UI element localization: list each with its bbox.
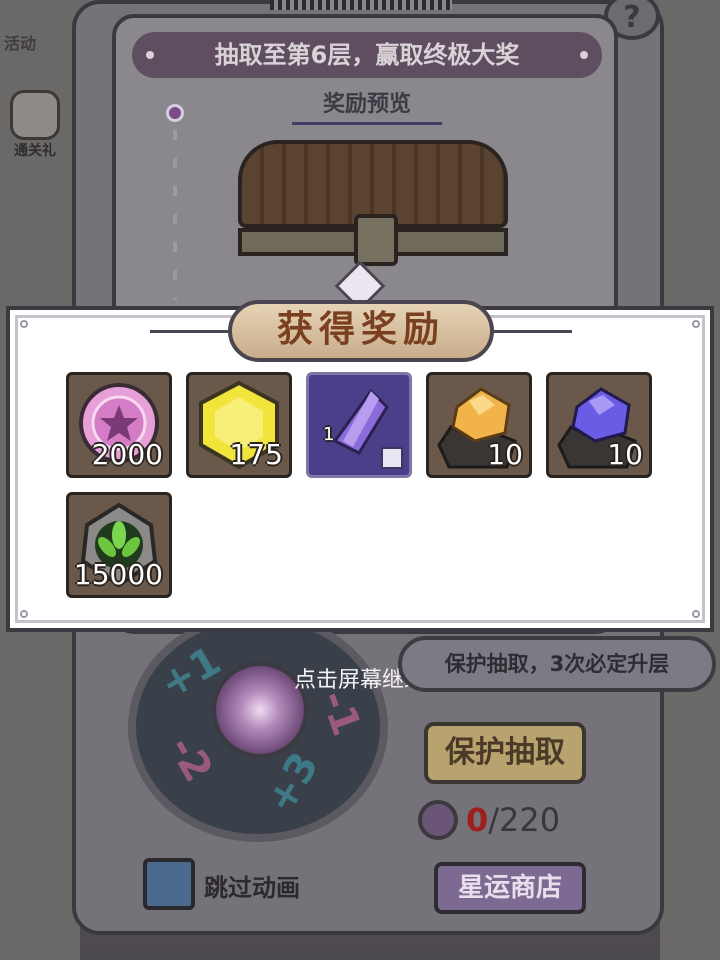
reward-preview-title: 奖励预览: [292, 86, 442, 125]
dialog-rivet: [692, 610, 700, 618]
reward-bag-icon: [10, 90, 60, 140]
protect-draw-button[interactable]: 保护抽取: [424, 722, 586, 784]
layer-progress-current-dot: [166, 104, 184, 122]
reward-item-purple-shard[interactable]: 1: [306, 372, 412, 478]
protect-counter: 0/220: [466, 800, 560, 840]
side-clear-reward-button[interactable]: 通关礼: [2, 90, 68, 170]
title-rule-right: [492, 330, 572, 333]
reward-item-blue-ore[interactable]: 10: [546, 372, 652, 478]
star-shop-button[interactable]: 星运商店: [434, 862, 586, 914]
skip-animation-checkbox[interactable]: [143, 858, 195, 910]
side-event-label[interactable]: 活动: [4, 30, 66, 60]
counter-total: /220: [488, 801, 561, 839]
panel-top-handle: [270, 0, 452, 10]
item-count: 1: [323, 424, 335, 445]
star-coin-icon: [418, 800, 458, 840]
reward-item-pink-star-coin[interactable]: 2000: [66, 372, 172, 478]
item-count: 2000: [91, 438, 163, 471]
side-clear-label: 通关礼: [14, 143, 56, 159]
layer-progress-track: [173, 130, 177, 300]
reward-dialog-title: 获得奖励: [276, 309, 445, 350]
reward-item-yellow-crystal[interactable]: 175: [186, 372, 292, 478]
title-rule-left: [150, 330, 230, 333]
item-count: 10: [487, 438, 523, 471]
shard-tag-icon: [381, 447, 403, 469]
reward-item-green-leaf-stone[interactable]: 15000: [66, 492, 172, 598]
reward-dialog-title-plate: 获得奖励: [228, 300, 494, 362]
item-count: 15000: [73, 558, 163, 591]
dialog-rivet: [20, 610, 28, 618]
item-count: 175: [229, 438, 283, 471]
counter-current: 0: [466, 801, 489, 839]
protect-draw-speech-bubble: 保护抽取，3次必定升层: [398, 636, 716, 692]
skip-animation-label: 跳过动画: [204, 874, 300, 902]
dialog-rivet: [692, 320, 700, 328]
dialog-rivet: [20, 320, 28, 328]
chest-lock: [354, 214, 398, 266]
item-count: 10: [607, 438, 643, 471]
reward-item-orange-ore[interactable]: 10: [426, 372, 532, 478]
goal-banner: 抽取至第6层，赢取终极大奖: [132, 32, 602, 78]
